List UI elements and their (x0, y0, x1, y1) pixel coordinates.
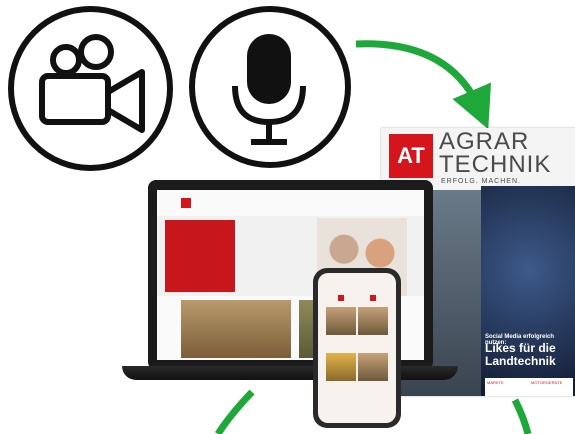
magazine-logo: AT (389, 134, 433, 178)
video-circle (8, 6, 173, 171)
app-badge (338, 295, 344, 301)
app-tile (358, 307, 388, 335)
website-hero-panel (165, 220, 235, 292)
arrow-bottom-right (511, 398, 532, 434)
app-tile (358, 353, 388, 381)
magazine-subtitle: ERFOLG. MACHEN. (441, 178, 521, 185)
video-camera-icon (39, 34, 145, 133)
arrow-to-magazine (355, 40, 492, 130)
app-tile (326, 307, 356, 335)
magazine-title: AGRAR TECHNIK (439, 128, 552, 178)
arrow-bottom-left (215, 389, 255, 434)
smartphone-screen (318, 273, 396, 423)
website-image-tractor (181, 300, 291, 358)
website-logo (181, 198, 191, 208)
laptop-base (122, 366, 458, 380)
app-tile (326, 353, 356, 381)
mic-circle (189, 6, 351, 168)
magazine-headline: Likes für die Landtechnik (485, 341, 556, 368)
app-badge (370, 295, 376, 301)
magazine-footer: MÄRKTE MOTORGERÄTE (485, 378, 573, 396)
microphone-icon (232, 34, 306, 145)
